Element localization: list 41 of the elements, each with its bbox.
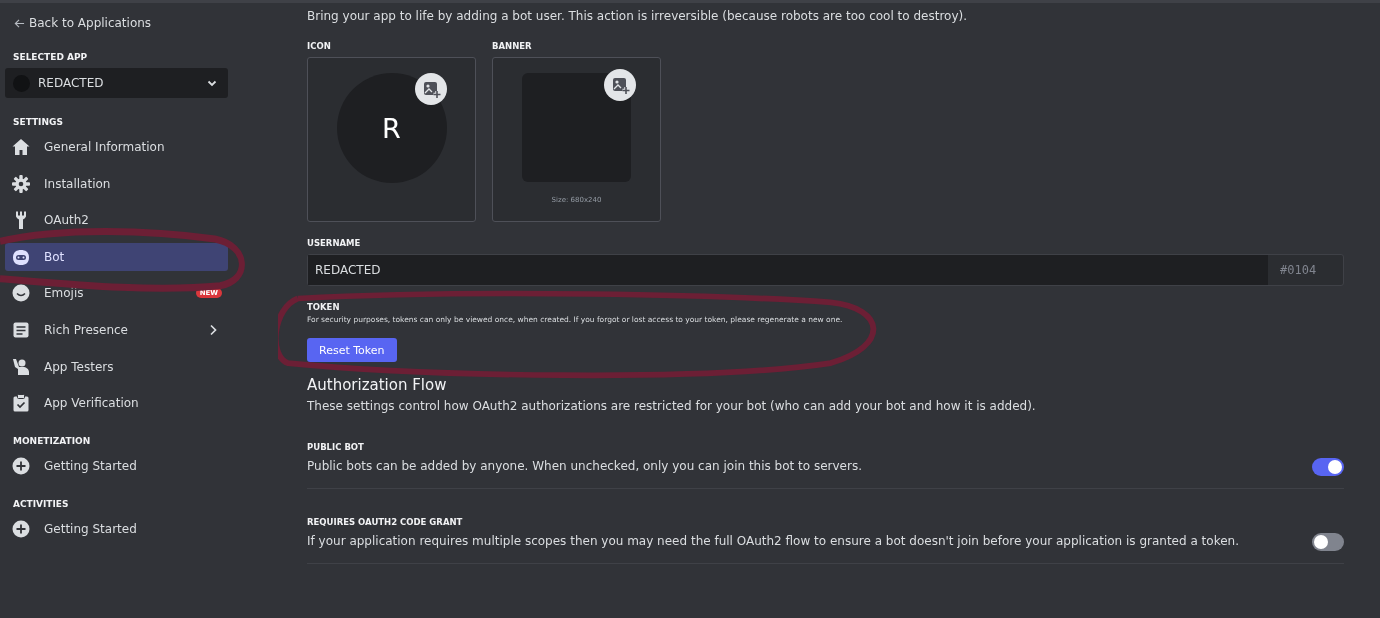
field-label: TOKEN: [307, 302, 340, 312]
sidebar-item[interactable]: App Testers: [5, 352, 228, 381]
back-arrow-icon: [14, 17, 25, 29]
sidebar-item[interactable]: Rich Presence: [5, 315, 228, 344]
app-dropdown[interactable]: REDACTED: [5, 68, 228, 98]
field-label: ICON: [307, 41, 332, 51]
setting-label: REQUIRES OAUTH2 CODE GRANT: [307, 517, 464, 527]
field-label: BANNER: [492, 41, 533, 51]
plus-circle-icon: [11, 456, 31, 477]
intro-text: Bring your app to life by adding a bot user. This action is irreversible (because robots are too cool to destroy).: [307, 8, 968, 24]
settings-icon: [11, 173, 31, 194]
section-heading: SELECTED APP: [12, 52, 89, 62]
section-heading: MONETIZATION: [12, 436, 92, 447]
smiley-icon: [11, 283, 31, 304]
sidebar-item[interactable]: General Information: [5, 133, 228, 161]
add-image-icon[interactable]: [415, 73, 447, 105]
setting-description: If your application requires multiple scopes then you may need the full OAuth2 flow to ensure a bot doesn't join before your application is granted a token.: [307, 533, 1239, 549]
sidebar-item[interactable]: Bot: [5, 242, 228, 271]
toggle-switch[interactable]: [1312, 458, 1344, 476]
avatar-placeholder: R: [336, 73, 447, 183]
sidebar-item[interactable]: Getting Started: [5, 515, 228, 544]
field-label: USERNAME: [307, 238, 362, 248]
setting-description: Public bots can be added by anyone. When unchecked, only you can join this bot to servers.: [307, 458, 862, 474]
person-icon: [11, 356, 31, 377]
sidebar-item[interactable]: Installation: [5, 169, 228, 198]
back-link[interactable]: Back to Applications: [5, 13, 228, 33]
plus-circle-icon: [11, 519, 31, 540]
sidebar-item[interactable]: App Verification: [5, 389, 228, 418]
clipboard-icon: [11, 393, 31, 414]
sidebar-item[interactable]: Getting Started: [5, 452, 228, 481]
section-heading: ACTIVITIES: [12, 499, 70, 510]
home-icon: [11, 137, 31, 157]
reset-token-button[interactable]: Reset Token: [307, 338, 397, 362]
add-image-icon[interactable]: [604, 69, 636, 101]
section-heading: SETTINGS: [12, 117, 64, 127]
sidebar-item[interactable]: OAuth2: [5, 206, 228, 235]
toggle-switch[interactable]: [1312, 533, 1344, 551]
icon-upload-card[interactable]: R: [307, 57, 476, 222]
section-title: Authorization Flow: [307, 376, 448, 394]
setting-label: PUBLIC BOT: [307, 442, 365, 452]
section-description: These settings control how OAuth2 authorizations are restricted for your bot (who can add your bot and how it is added).: [307, 398, 1037, 414]
